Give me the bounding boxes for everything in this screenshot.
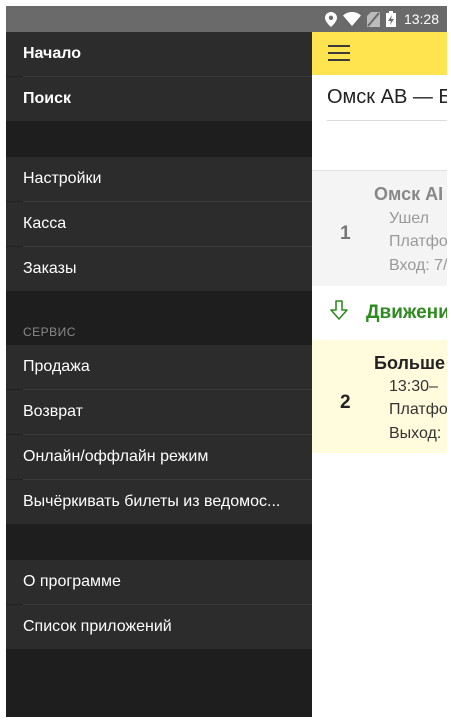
nav-item-orders[interactable]: Заказы	[6, 247, 312, 291]
nav-item-cash[interactable]: Касса	[6, 202, 312, 246]
movement-label: Движени	[366, 302, 447, 323]
nav-item-label: Начало	[23, 45, 81, 62]
nav-item-label: Настройки	[23, 170, 102, 187]
movement-row: Движени	[312, 286, 447, 340]
nav-item-label: Возврат	[23, 403, 83, 420]
nav-item-strike-tickets[interactable]: Вычёркивать билеты из ведомос...	[6, 480, 312, 524]
nav-item-return[interactable]: Возврат	[6, 390, 312, 434]
stop-exit: Выход:	[389, 425, 442, 442]
no-sim-icon	[366, 11, 380, 27]
nav-item-label: Касса	[23, 215, 67, 232]
status-icons: 13:28	[324, 6, 439, 32]
drawer-empty-space	[6, 649, 312, 717]
menu-icon[interactable]	[328, 45, 350, 63]
stop-name: Больше	[374, 353, 445, 373]
stop-entry: Вход: 7/	[389, 257, 447, 274]
route-underline	[327, 120, 447, 121]
nav-item-label: О программе	[23, 573, 121, 590]
nav-item-label: Список приложений	[23, 618, 172, 635]
battery-charging-icon	[385, 11, 396, 27]
stop-number: 2	[340, 392, 351, 413]
navigation-drawer: Начало Поиск Настройки Касса Заказы СЕРВ…	[6, 32, 312, 717]
empty-area	[312, 453, 447, 717]
nav-item-online-offline[interactable]: Онлайн/оффлайн режим	[6, 435, 312, 479]
stop-time: 13:30–	[389, 378, 438, 395]
nav-item-label: Продажа	[23, 358, 90, 375]
nav-item-home[interactable]: Начало	[6, 32, 312, 76]
wifi-icon	[342, 12, 361, 26]
stop-platform: Платфо	[389, 401, 447, 418]
status-time: 13:28	[403, 11, 439, 27]
nav-item-label: Заказы	[23, 260, 77, 277]
nav-item-about[interactable]: О программе	[6, 560, 312, 604]
main-content: Омск АВ — Б 1 Омск АІ Ушел Платфо Вход: …	[312, 32, 447, 717]
nav-group-gap	[6, 524, 312, 560]
nav-item-app-list[interactable]: Список приложений	[6, 605, 312, 649]
app-bar	[312, 32, 447, 75]
stop-name: Омск АІ	[374, 184, 444, 204]
section-header-service: СЕРВИС	[23, 325, 76, 339]
route-title[interactable]: Омск АВ — Б	[327, 86, 447, 109]
table-header	[312, 147, 447, 170]
nav-item-label: Онлайн/оффлайн режим	[23, 448, 209, 465]
nav-item-label: Поиск	[23, 90, 72, 107]
phone-screen: 13:28 Омск АВ — Б 1 Омск АІ Ушел Платфо …	[6, 6, 447, 717]
stop-number: 1	[340, 223, 351, 244]
stop-status: Ушел	[389, 210, 429, 227]
stop-row-current[interactable]: 2 Больше 13:30– Платфо Выход:	[312, 340, 447, 453]
nav-item-search[interactable]: Поиск	[6, 77, 312, 121]
nav-item-sale[interactable]: Продажа	[6, 345, 312, 389]
nav-group-gap	[6, 121, 312, 157]
nav-item-settings[interactable]: Настройки	[6, 157, 312, 201]
nav-item-label: Вычёркивать билеты из ведомос...	[23, 493, 281, 510]
status-bar: 13:28	[6, 6, 447, 32]
location-icon	[324, 11, 337, 27]
nav-group-gap: СЕРВИС	[6, 291, 312, 345]
stop-platform: Платфо	[389, 233, 447, 250]
stop-row-passed[interactable]: 1 Омск АІ Ушел Платфо Вход: 7/	[312, 171, 447, 286]
down-arrow-icon	[330, 300, 348, 325]
